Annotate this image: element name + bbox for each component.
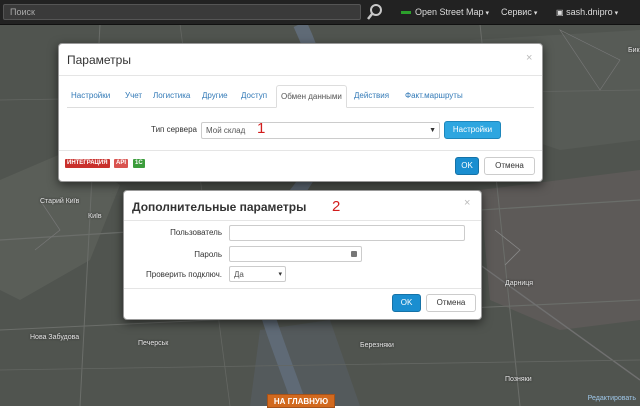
check-connection-value: Да [234,270,244,279]
tab-other[interactable]: Другие [198,85,232,107]
service-menu[interactable]: Сервис ▾ [501,5,537,21]
top-navbar: Поиск Open Street Map ▾ Сервис ▾ ▣ sash.dn… [0,0,640,25]
tab-actions[interactable]: Действия [350,85,393,107]
divider [124,220,481,221]
chevron-down-icon: ▾ [533,10,538,17]
check-connection-label: Проверить подключ. [146,270,222,279]
search-icon[interactable] [366,3,384,21]
map-layer-menu[interactable]: Open Street Map ▾ [401,5,489,21]
map-label: Старий Київ [40,198,80,205]
ok-button[interactable]: OK [455,157,479,175]
password-input[interactable] [229,246,362,262]
user-menu-label: sash.dnipro [566,7,613,17]
1c-badge: 1C [133,159,145,168]
check-connection-select[interactable]: Да ▾ [229,266,286,282]
tab-logistics[interactable]: Логистика [149,85,194,107]
cancel-button[interactable]: Отмена [484,157,535,175]
edit-map-link[interactable]: Редактировать [588,395,636,402]
server-type-select[interactable]: Мой склад ▼ [201,122,440,139]
tab-actual-routes[interactable]: Факт.маршруты [401,85,467,107]
close-icon[interactable]: × [464,197,470,209]
map-label: Нова Забудова [30,334,80,341]
tab-bar: Настройки Учет Логистика Другие Доступ О… [67,85,534,108]
annotation-number: 2 [332,198,341,215]
server-settings-button[interactable]: Настройки [444,121,501,139]
api-badge: API [114,159,129,168]
chevron-down-icon: ▾ [278,271,282,278]
divider [59,75,542,76]
dialog-title: Параметры [67,53,131,67]
chevron-down-icon: ▼ [429,127,436,134]
map-label: Печерськ [138,340,169,347]
password-label: Пароль [194,250,222,259]
search-input[interactable]: Поиск [3,4,361,20]
close-icon[interactable]: × [526,52,532,64]
chevron-down-icon: ▾ [614,10,619,17]
dialog-title: Дополнительные параметры [132,200,307,214]
map-label: Позняки [505,376,532,383]
user-menu[interactable]: ▣ sash.dnipro ▾ [556,5,618,21]
annotation-number: 1 [257,120,266,137]
divider [59,150,542,151]
map-label: Дарниця [505,280,534,287]
tab-settings[interactable]: Настройки [67,85,114,107]
server-type-label: Тип сервера [151,125,197,134]
ok-button[interactable]: OK [392,294,421,312]
layer-indicator-icon [401,11,411,15]
additional-parameters-dialog: Дополнительные параметры × 2 Пользовател… [123,190,482,320]
parameters-dialog: Параметры × Настройки Учет Логистика Дру… [58,43,543,182]
map-layer-label: Open Street Map [415,7,484,17]
cancel-button[interactable]: Отмена [426,294,476,312]
server-type-value: Мой склад [206,126,246,135]
service-menu-label: Сервис [501,7,532,17]
tab-accounting[interactable]: Учет [121,85,146,107]
user-input[interactable] [229,225,465,241]
divider [124,288,481,289]
tab-access[interactable]: Доступ [237,85,271,107]
map-label: Бик [628,47,640,54]
chevron-down-icon: ▾ [485,10,490,17]
map-label: Березняки [360,342,394,349]
integration-badge: ИНТЕГРАЦИЯ [65,159,110,168]
user-label: Пользователь [170,228,222,237]
lock-icon: ▣ [556,8,564,17]
lock-icon [351,251,357,257]
tab-data-exchange[interactable]: Обмен данными [276,85,347,108]
map-label: Київ [88,213,102,220]
